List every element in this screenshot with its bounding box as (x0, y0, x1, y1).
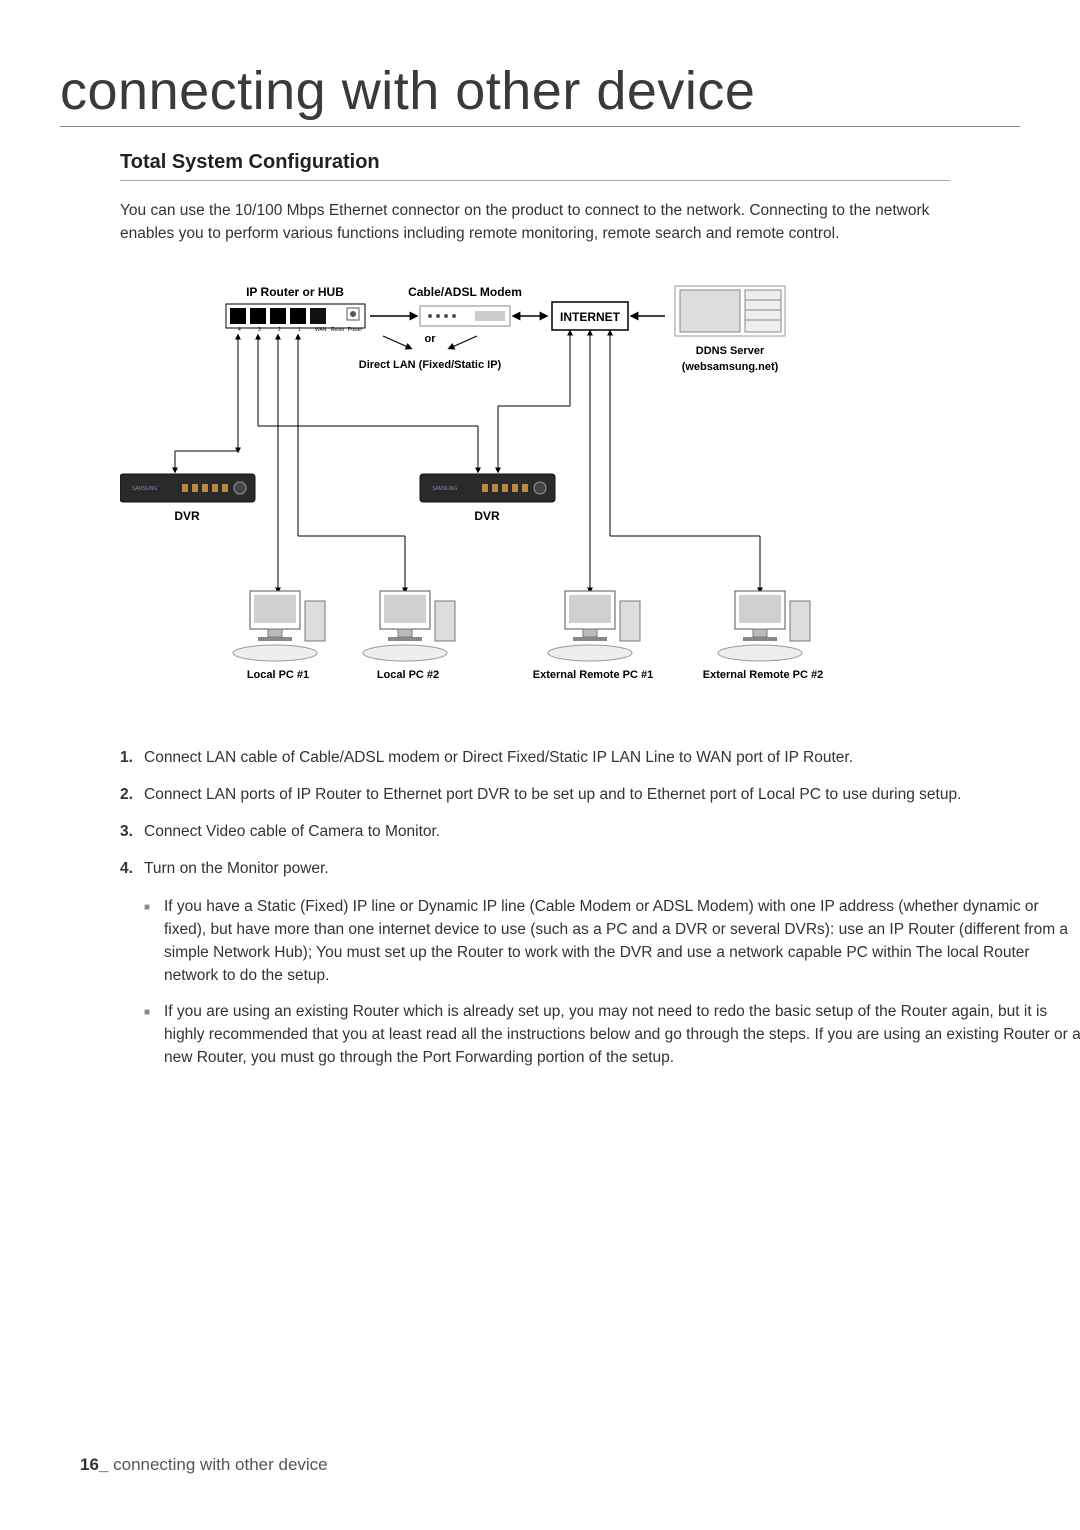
dvr-icon: SAMSUNG (420, 474, 555, 502)
modem-icon (420, 306, 510, 326)
svg-text:Power: Power (348, 327, 363, 333)
step-item: 3. Connect Video cable of Camera to Moni… (120, 820, 1000, 843)
label-ip-router: IP Router or HUB (246, 285, 344, 299)
label-direct-lan: Direct LAN (Fixed/Static IP) (359, 359, 502, 371)
label-local-pc1: Local PC #1 (247, 669, 309, 681)
sub-bullets: ■ If you have a Static (Fixed) IP line o… (144, 895, 1000, 1070)
page-title: connecting with other device (60, 60, 1020, 127)
label-dvr-left: DVR (174, 509, 200, 523)
pc-icon (548, 591, 640, 661)
svg-text:3: 3 (258, 327, 261, 333)
step-item: 1. Connect LAN cable of Cable/ADSL modem… (120, 746, 1000, 769)
bullet-icon: ■ (144, 1000, 164, 1070)
step-number: 1. (120, 746, 144, 769)
svg-text:WAN: WAN (315, 327, 327, 333)
step-text: Connect LAN cable of Cable/ADSL modem or… (144, 746, 853, 769)
svg-text:Reset: Reset (331, 327, 345, 333)
label-ext-pc2: External Remote PC #2 (703, 669, 823, 681)
arrow-icon (450, 336, 477, 348)
step-item: 2. Connect LAN ports of IP Router to Eth… (120, 783, 1000, 806)
content-body: Total System Configuration You can use t… (60, 151, 1020, 1069)
ddns-server-icon (675, 286, 785, 336)
bullet-icon: ■ (144, 895, 164, 988)
intro-paragraph: You can use the 10/100 Mbps Ethernet con… (120, 199, 940, 246)
step-text: Turn on the Monitor power. (144, 857, 329, 880)
label-internet: INTERNET (560, 310, 621, 324)
svg-text:1: 1 (298, 327, 301, 333)
svg-text:2: 2 (278, 327, 281, 333)
label-ddns-server: DDNS Server (696, 345, 765, 357)
label-modem: Cable/ADSL Modem (408, 285, 522, 299)
label-local-pc2: Local PC #2 (377, 669, 439, 681)
footer-text: connecting with other device (113, 1455, 328, 1474)
svg-text:SAMSUNG: SAMSUNG (132, 486, 157, 492)
ip-router-icon: 4 3 2 1 WAN Reset Power (226, 304, 365, 333)
arrow-icon (383, 336, 410, 348)
bullet-text: If you have a Static (Fixed) IP line or … (164, 895, 1080, 988)
step-number: 4. (120, 857, 144, 880)
page-footer: 16_ connecting with other device (80, 1455, 328, 1475)
step-text: Connect Video cable of Camera to Monitor… (144, 820, 440, 843)
svg-text:4: 4 (238, 327, 241, 333)
steps-list: 1. Connect LAN cable of Cable/ADSL modem… (120, 746, 1000, 1070)
label-dvr-right: DVR (474, 509, 500, 523)
pc-icon (363, 591, 455, 661)
pc-icon (233, 591, 325, 661)
step-number: 2. (120, 783, 144, 806)
section-heading: Total System Configuration (120, 151, 950, 181)
network-diagram: IP Router or HUB Cable/ADSL Modem 4 3 2 … (120, 276, 940, 706)
pc-icon (718, 591, 810, 661)
label-ext-pc1: External Remote PC #1 (533, 669, 653, 681)
dvr-icon: SAMSUNG (120, 474, 255, 502)
bullet-item: ■ If you have a Static (Fixed) IP line o… (144, 895, 1080, 988)
step-number: 3. (120, 820, 144, 843)
step-item: 4. Turn on the Monitor power. (120, 857, 1000, 880)
label-ddns-url: (websamsung.net) (682, 361, 779, 373)
bullet-text: If you are using an existing Router whic… (164, 1000, 1080, 1070)
label-or: or (425, 333, 437, 345)
page-number: 16_ (80, 1455, 108, 1474)
step-text: Connect LAN ports of IP Router to Ethern… (144, 783, 961, 806)
bullet-item: ■ If you are using an existing Router wh… (144, 1000, 1080, 1070)
svg-text:SAMSUNG: SAMSUNG (432, 486, 457, 492)
document-page: connecting with other device Total Syste… (0, 0, 1080, 1530)
